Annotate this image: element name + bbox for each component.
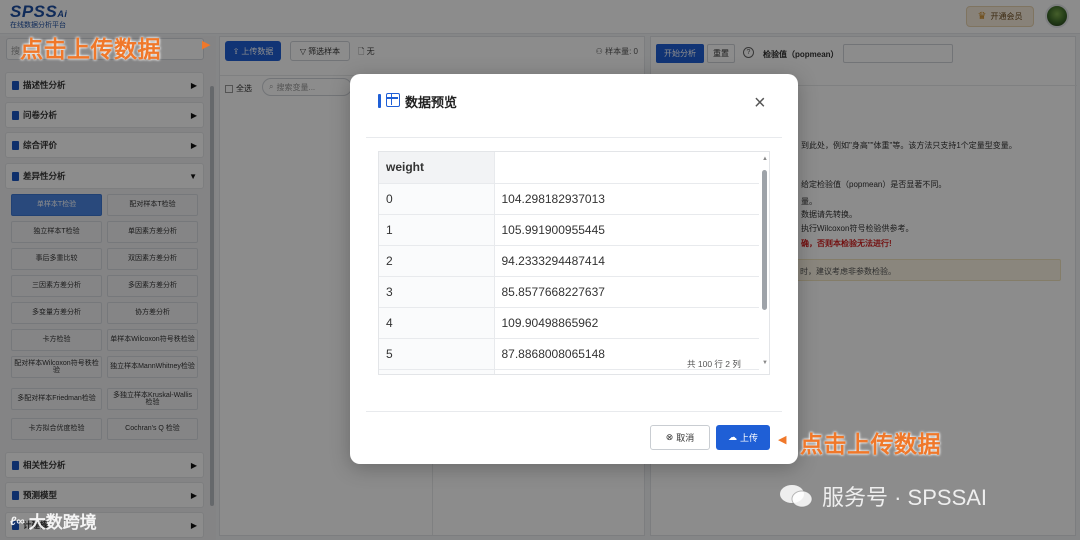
row-value: 85.8577668227637: [494, 276, 759, 308]
divider: [366, 137, 782, 138]
annotation-text: 点击上传数据: [20, 36, 161, 62]
row-value: 94.2333294487414: [494, 245, 759, 277]
table-row: 1 105.991900955445: [379, 214, 759, 246]
table-row: 4 109.90498865962: [379, 307, 759, 339]
cancel-button[interactable]: ⊗ 取消: [650, 425, 710, 450]
table-info: 共 100 行 2 列: [687, 359, 741, 369]
cloud-upload-icon: ☁: [727, 432, 737, 442]
column-header: weight: [379, 152, 495, 184]
table-row: 0 104.298182937013: [379, 183, 759, 215]
row-value: 105.991900955445: [494, 214, 759, 246]
title-accent: [378, 94, 381, 108]
row-index: 4: [379, 307, 495, 339]
arrow-right-icon: ▶: [202, 39, 211, 51]
row-index: 0: [379, 183, 495, 215]
column-header-empty: [494, 152, 759, 184]
preview-table-container: weight 0 104.298182937013 1 105.99190095…: [378, 151, 770, 375]
data-preview-dialog: 数据预览 × weight 0 104.298182937013 1 105.9…: [350, 74, 798, 464]
scroll-down-icon[interactable]: ▼: [762, 360, 768, 366]
table-scrollbar[interactable]: ▲ ▼: [760, 152, 769, 374]
arrow-left-icon: ◀: [778, 434, 787, 446]
table-row: 2 94.2333294487414: [379, 245, 759, 277]
row-value: 104.298182937013: [494, 183, 759, 215]
watermark-left: ℓ∞ 大数跨境: [10, 508, 97, 533]
scroll-up-icon[interactable]: ▲: [762, 156, 768, 162]
scroll-thumb[interactable]: [762, 170, 767, 310]
watermark-text: 大数跨境: [28, 513, 97, 532]
upload-label: 上传: [739, 433, 758, 443]
dialog-title: 数据预览: [405, 95, 458, 110]
watermark-logo-icon: ℓ∞: [10, 513, 25, 528]
cancel-circle-icon: ⊗: [665, 432, 674, 442]
preview-table: weight 0 104.298182937013 1 105.99190095…: [379, 152, 759, 374]
confirm-upload-button[interactable]: ☁ 上传: [716, 425, 770, 450]
row-index: 1: [379, 214, 495, 246]
watermark-right: 服务号 · SPSSAI: [778, 480, 987, 512]
watermark-text: 服务号 · SPSSAI: [822, 485, 988, 510]
row-index: 5: [379, 338, 495, 370]
close-icon[interactable]: ×: [754, 93, 766, 113]
row-index: 3: [379, 276, 495, 308]
wechat-icon: [780, 485, 813, 508]
divider: [366, 411, 782, 412]
row-value: 109.90498865962: [494, 307, 759, 339]
annotation-text: 点击上传数据: [800, 431, 941, 457]
table-icon: [386, 93, 400, 107]
cancel-label: 取消: [676, 433, 695, 443]
table-row: 3 85.8577668227637: [379, 276, 759, 308]
row-index: 2: [379, 245, 495, 277]
table-header-row: weight: [379, 152, 759, 184]
